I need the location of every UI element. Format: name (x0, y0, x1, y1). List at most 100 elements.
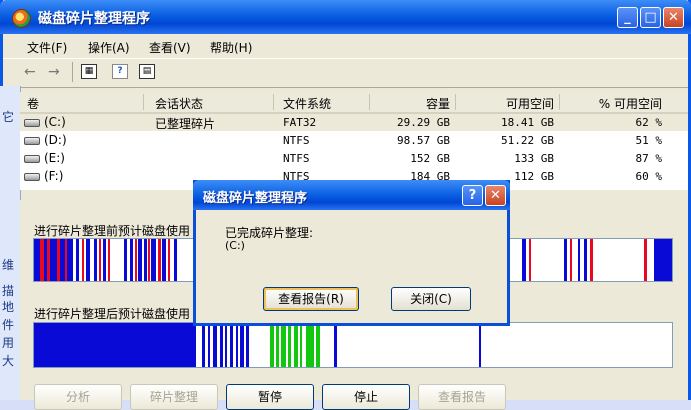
column-percent-free[interactable]: % 可用空间 (566, 95, 662, 112)
dialog-title: 磁盘碎片整理程序 (203, 191, 308, 206)
cluster-segment (230, 323, 233, 367)
cluster-segment (246, 323, 249, 367)
minimize-button[interactable]: _ (617, 7, 638, 28)
menu-action[interactable]: 操作(A) (88, 39, 130, 56)
column-volume[interactable]: 卷 (27, 95, 39, 112)
strip-text-2: 维 (2, 258, 15, 272)
cluster-segment (225, 323, 227, 367)
cluster-segment (570, 239, 572, 281)
pane-icon[interactable]: ▤ (139, 64, 155, 79)
cluster-segment (213, 323, 217, 367)
analyze-button[interactable]: 分析 (34, 384, 122, 410)
column-free-space[interactable]: 可用空间 (460, 95, 554, 112)
cluster-segment (34, 323, 196, 367)
drive-icon (24, 155, 40, 163)
cluster-segment (270, 323, 274, 367)
window-title: 磁盘碎片整理程序 (38, 11, 150, 27)
toolbar-separator (72, 62, 73, 82)
file-system: NTFS (283, 134, 310, 147)
strip-text-1: 它 (2, 110, 15, 124)
cluster-segment (124, 239, 127, 281)
free-space: 51.22 GB (501, 134, 554, 147)
cluster-segment (86, 239, 90, 281)
cluster-segment (522, 239, 526, 281)
volume-name[interactable]: (E:) (44, 151, 65, 165)
maximize-button[interactable]: □ (640, 7, 661, 28)
cluster-segment (276, 323, 279, 367)
view-report-button[interactable]: 查看报告(R) (263, 287, 359, 311)
cluster-segment (578, 239, 580, 281)
percent-free: 62 % (635, 116, 663, 129)
cluster-segment (135, 239, 137, 281)
session-status: 已整理碎片 (155, 117, 216, 131)
capacity: 29.29 GB (397, 116, 450, 129)
volume-name[interactable]: (C:) (44, 115, 66, 129)
view-report-bottom-button[interactable]: 查看报告 (418, 384, 506, 410)
menu-file[interactable]: 文件(F) (27, 39, 67, 56)
dialog-close-button[interactable]: 关闭(C) (391, 287, 471, 311)
dialog-help-button[interactable]: ? (462, 185, 483, 206)
cluster-segment (208, 323, 210, 367)
cluster-segment (300, 323, 302, 367)
menu-help[interactable]: 帮助(H) (210, 39, 252, 56)
percent-free: 60 % (635, 170, 663, 183)
help-icon[interactable]: ? (112, 64, 128, 79)
dialog-close-x-button[interactable]: ✕ (485, 185, 506, 206)
capacity: 152 GB (410, 152, 450, 165)
cluster-segment (151, 239, 156, 281)
strip-text-5: 件 (2, 318, 15, 332)
cluster-segment (220, 323, 223, 367)
pause-button[interactable]: 暂停 (226, 384, 314, 410)
back-arrow-icon[interactable]: ← (24, 64, 36, 80)
cluster-segment (288, 323, 291, 367)
cluster-segment (174, 239, 177, 281)
menu-view[interactable]: 查看(V) (149, 39, 191, 56)
close-button[interactable]: ✕ (663, 7, 684, 28)
drive-icon (24, 137, 40, 145)
cluster-segment (103, 239, 106, 281)
cluster-segment (162, 239, 166, 281)
cluster-segment (654, 239, 672, 281)
cluster-segment (316, 323, 320, 367)
cluster-segment (281, 323, 286, 367)
cluster-segment (644, 239, 647, 281)
volume-name[interactable]: (D:) (44, 133, 67, 147)
before-usage-label: 进行碎片整理前预计磁盘使用 (34, 224, 191, 238)
capacity: 98.57 GB (397, 134, 450, 147)
drive-icon (24, 119, 40, 127)
cluster-segment (584, 239, 587, 281)
free-space: 18.41 GB (501, 116, 554, 129)
volume-name[interactable]: (F:) (44, 169, 63, 183)
cluster-segment (240, 323, 244, 367)
percent-free: 51 % (635, 134, 663, 147)
dialog-volume: (C:) (225, 239, 245, 252)
percent-free: 87 % (635, 152, 663, 165)
cluster-segment (130, 239, 133, 281)
forward-arrow-icon[interactable]: → (48, 64, 60, 80)
cluster-segment (144, 239, 147, 281)
cluster-segment (306, 323, 314, 367)
header-divider (143, 94, 144, 110)
cluster-segment (334, 323, 337, 367)
defrag-app-icon (12, 9, 31, 28)
cluster-segment (148, 239, 150, 281)
column-capacity[interactable]: 容量 (370, 95, 450, 112)
cluster-segment (529, 239, 531, 281)
cluster-segment (158, 239, 161, 281)
header-divider (559, 94, 560, 110)
column-file-system[interactable]: 文件系统 (283, 95, 331, 112)
cluster-segment (94, 239, 97, 281)
cluster-segment (76, 239, 79, 281)
file-system: NTFS (283, 152, 310, 165)
after-usage-label: 进行碎片整理后预计磁盘使用 (34, 307, 191, 321)
defragment-button[interactable]: 碎片整理 (130, 384, 218, 410)
properties-icon[interactable]: ▦ (81, 64, 97, 79)
cluster-segment (479, 323, 481, 367)
strip-text-3: 描 (2, 284, 15, 298)
cluster-segment (236, 323, 238, 367)
after-usage-display (33, 322, 673, 368)
column-session-status[interactable]: 会话状态 (155, 95, 203, 112)
stop-button[interactable]: 停止 (322, 384, 410, 410)
cluster-segment (138, 239, 142, 281)
header-divider (273, 94, 274, 110)
